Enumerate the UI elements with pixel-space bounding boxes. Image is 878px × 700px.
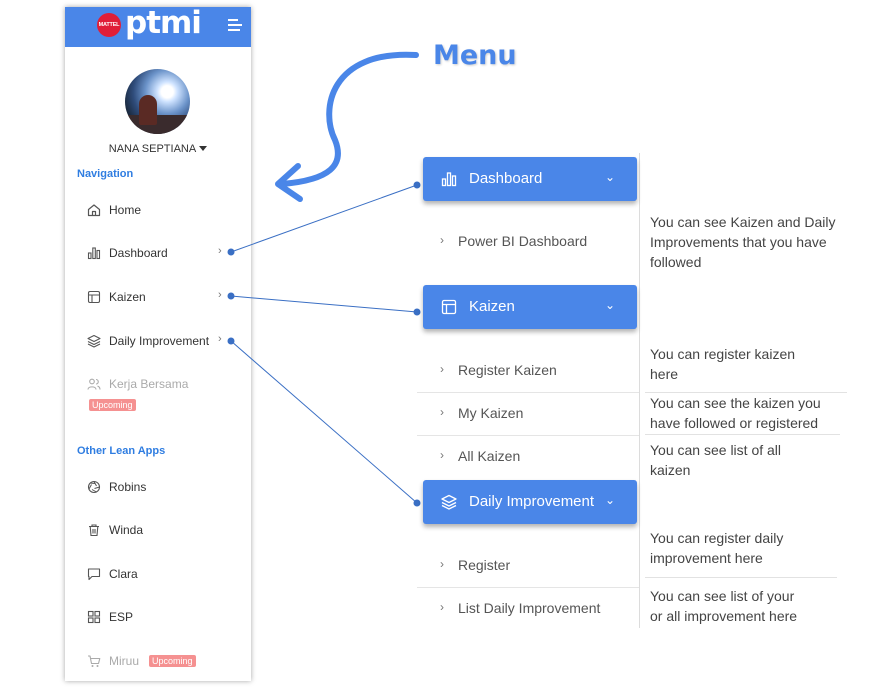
submenu-item-label: All Kaizen	[458, 448, 521, 464]
description-line: You can see list of all	[650, 442, 782, 458]
connector-dot	[413, 181, 421, 189]
menu-button-label: Daily Improvement	[469, 493, 595, 510]
connector-dot	[413, 308, 421, 316]
submenu-item-power-bi-dashboard[interactable]: › Power BI Dashboard	[417, 221, 639, 263]
daily-improvement-menu-button[interactable]: Daily Improvement ⌄	[423, 480, 637, 524]
dashboard-menu-button[interactable]: Dashboard ⌄	[423, 157, 637, 201]
description-all-kaizen: You can see list of all kaizen	[650, 440, 781, 480]
description-line: improvement here	[650, 550, 763, 566]
description-line: You can see the kaizen you	[650, 395, 821, 411]
description-list-daily: You can see list of your or all improvem…	[650, 586, 797, 626]
connector-dot	[227, 248, 235, 256]
description-line: followed	[650, 254, 702, 270]
submenu-item-label: List Daily Improvement	[458, 600, 601, 616]
chevron-down-icon: ⌄	[604, 493, 615, 507]
description-dashboard: You can see Kaizen and Daily Improvement…	[650, 212, 836, 272]
submenu-item-label: Power BI Dashboard	[458, 233, 588, 249]
description-line: You can see list of your	[650, 588, 795, 604]
menu-arrow	[279, 51, 419, 187]
menu-button-label: Dashboard	[469, 170, 543, 187]
chevron-right-icon: ›	[440, 600, 444, 614]
connector-dot	[227, 337, 235, 345]
connector-dashboard	[230, 184, 418, 253]
chevron-right-icon: ›	[440, 233, 444, 247]
chevron-down-icon: ⌄	[604, 170, 615, 184]
chevron-right-icon: ›	[440, 405, 444, 419]
submenu-item-register-kaizen[interactable]: › Register Kaizen	[417, 350, 639, 393]
divider-line	[645, 434, 840, 435]
chevron-down-icon: ⌄	[604, 298, 615, 312]
submenu-item-register[interactable]: › Register	[417, 545, 639, 588]
submenu-item-list-daily-improvement[interactable]: › List Daily Improvement	[417, 588, 639, 630]
connector-dot	[227, 292, 235, 300]
description-my-kaizen: You can see the kaizen you have followed…	[650, 393, 821, 433]
chevron-right-icon: ›	[440, 448, 444, 462]
description-line: You can register kaizen	[650, 346, 796, 362]
bar-chart-icon	[441, 172, 457, 187]
chevron-right-icon: ›	[440, 362, 444, 376]
submenu-item-label: Register	[458, 557, 511, 573]
menu-button-label: Kaizen	[469, 298, 515, 315]
connector-kaizen	[230, 295, 418, 313]
chevron-right-icon: ›	[440, 557, 444, 571]
submenu-item-label: Register Kaizen	[458, 362, 557, 378]
connector-dot	[413, 499, 421, 507]
description-line: Improvements that you have	[650, 234, 827, 250]
description-register-daily: You can register daily improvement here	[650, 528, 783, 568]
submenu-item-all-kaizen[interactable]: › All Kaizen	[417, 436, 639, 478]
description-register-kaizen: You can register kaizen here	[650, 344, 795, 384]
kaizen-menu-button[interactable]: Kaizen ⌄	[423, 285, 637, 329]
panel-divider	[639, 153, 640, 628]
description-line: You can see Kaizen and Daily	[650, 214, 836, 230]
layout-icon	[441, 299, 457, 315]
description-line: here	[650, 366, 679, 382]
divider-line	[645, 577, 837, 578]
connector-daily-improvement	[230, 340, 418, 504]
layers-icon	[441, 494, 457, 510]
description-line: kaizen	[650, 462, 691, 478]
submenu-item-label: My Kaizen	[458, 405, 524, 421]
submenu-item-my-kaizen[interactable]: › My Kaizen	[417, 393, 639, 436]
description-line: have followed or registered	[650, 415, 819, 431]
description-line: You can register daily	[650, 530, 784, 546]
description-line: or all improvement here	[650, 608, 798, 624]
